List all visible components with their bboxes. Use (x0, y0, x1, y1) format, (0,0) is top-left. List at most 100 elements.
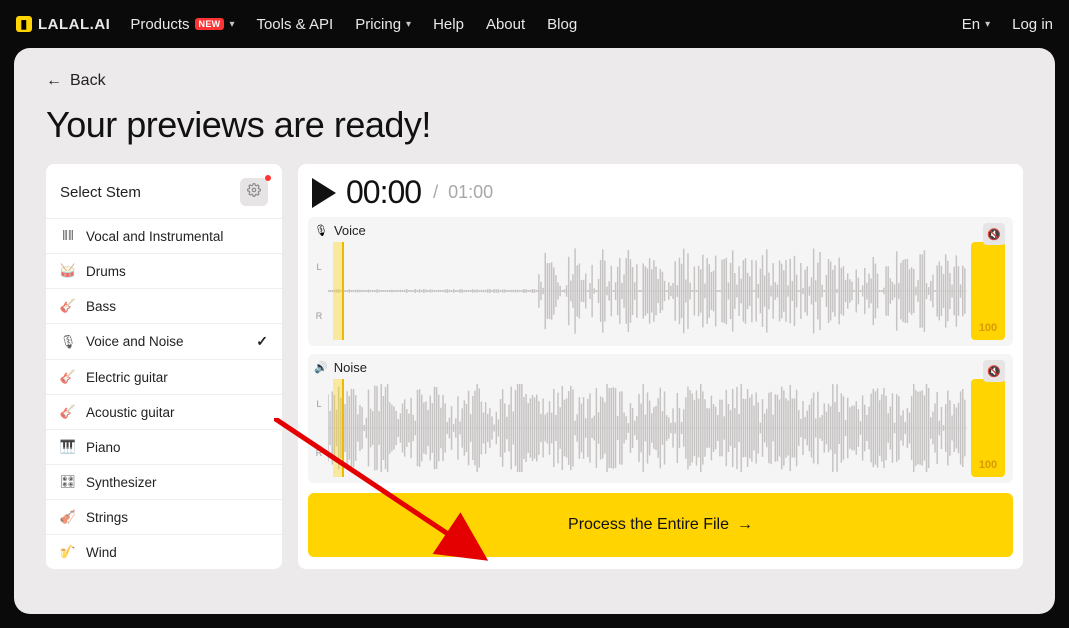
page-title: Your previews are ready! (46, 104, 1023, 146)
process-entire-file-button[interactable]: Process the Entire File → (308, 493, 1013, 557)
mute-icon: 🔇 (987, 365, 1001, 378)
brand[interactable]: ▮ LALAL.AI (16, 16, 110, 33)
stem-item-label: Synthesizer (86, 475, 157, 490)
content: Select Stem ⦀⦀ Vocal and Instrumental 🥁 … (46, 164, 1023, 569)
strings-icon: 🎻 (60, 509, 76, 525)
stem-item-label: Drums (86, 264, 126, 279)
stem-item-label: Strings (86, 510, 128, 525)
stem-item-bass[interactable]: 🎸 Bass (46, 288, 282, 323)
volume-slider[interactable]: 100 (971, 379, 1005, 477)
bass-icon: 🎸 (60, 298, 76, 314)
nav-about[interactable]: About (486, 16, 525, 33)
volume-slider[interactable]: 100 (971, 242, 1005, 340)
stem-sidebar: Select Stem ⦀⦀ Vocal and Instrumental 🥁 … (46, 164, 282, 569)
track-body: L R 100 (314, 242, 1005, 340)
brand-name: LALAL.AI (38, 16, 110, 33)
stem-item-voice-noise[interactable]: 🎙 Voice and Noise ✓ (46, 323, 282, 359)
stem-item-label: Bass (86, 299, 116, 314)
volume-value: 100 (979, 459, 997, 471)
drums-icon: 🥁 (60, 263, 76, 279)
channel-l: L (316, 262, 321, 272)
nav-tools-label: Tools & API (256, 16, 333, 33)
gear-icon (247, 183, 261, 202)
channel-r: R (316, 311, 323, 321)
mic-icon: 🎙 (60, 334, 76, 350)
check-icon: ✓ (256, 333, 268, 350)
settings-button[interactable] (240, 178, 268, 206)
stem-item-acoustic-guitar[interactable]: 🎸 Acoustic guitar (46, 394, 282, 429)
playhead[interactable] (342, 242, 344, 340)
stem-item-synthesizer[interactable]: 🎛 Synthesizer (46, 464, 282, 499)
login-link[interactable]: Log in (1012, 16, 1053, 33)
nav-tools[interactable]: Tools & API (256, 16, 333, 33)
channel-r: R (316, 448, 323, 458)
track-header: 🎙 Voice (314, 223, 1005, 238)
waveform-noise[interactable] (328, 379, 967, 477)
arrow-left-icon: ← (46, 72, 62, 90)
channel-l: L (316, 399, 321, 409)
track-noise: 🔊 Noise 🔇 L R 100 (308, 354, 1013, 483)
back-button[interactable]: ← Back (46, 72, 1023, 90)
wind-icon: 🎷 (60, 544, 76, 560)
track-label: Noise (334, 360, 367, 375)
stem-item-label: Vocal and Instrumental (86, 229, 223, 244)
player-panel: 00:00 / 01:00 🎙 Voice 🔇 L R (298, 164, 1023, 569)
mute-button[interactable]: 🔇 (983, 360, 1005, 382)
waveform-icon: ⦀⦀ (60, 228, 76, 244)
sidebar-header: Select Stem (46, 164, 282, 218)
track-label: Voice (334, 223, 366, 238)
channel-labels: L R (314, 379, 324, 477)
volume-value: 100 (979, 322, 997, 334)
nav-help-label: Help (433, 16, 464, 33)
stem-item-label: Electric guitar (86, 370, 168, 385)
time-total: 01:00 (448, 182, 493, 203)
chevron-down-icon: ▾ (229, 19, 234, 30)
nav-pricing-label: Pricing (355, 16, 401, 33)
mute-icon: 🔇 (987, 228, 1001, 241)
play-button[interactable] (312, 178, 336, 208)
topbar: ▮ LALAL.AI Products NEW ▾ Tools & API Pr… (0, 0, 1069, 48)
time-current: 00:00 (346, 174, 421, 211)
primary-nav: Products NEW ▾ Tools & API Pricing ▾ Hel… (130, 16, 577, 33)
stem-item-strings[interactable]: 🎻 Strings (46, 499, 282, 534)
process-label: Process the Entire File (568, 516, 729, 534)
waveform-voice[interactable] (328, 242, 967, 340)
piano-icon: 🎹 (60, 439, 76, 455)
channel-labels: L R (314, 242, 324, 340)
nav-about-label: About (486, 16, 525, 33)
topbar-right: En ▾ Log in (962, 16, 1053, 33)
badge-new: NEW (195, 18, 225, 30)
stem-item-drums[interactable]: 🥁 Drums (46, 253, 282, 288)
nav-products[interactable]: Products NEW ▾ (130, 16, 234, 33)
voice-track-icon: 🎙 (314, 224, 328, 237)
mute-button[interactable]: 🔇 (983, 223, 1005, 245)
nav-blog-label: Blog (547, 16, 577, 33)
stem-item-label: Voice and Noise (86, 334, 184, 349)
lang-selector[interactable]: En ▾ (962, 16, 990, 33)
track-voice: 🎙 Voice 🔇 L R 100 (308, 217, 1013, 346)
stem-list: ⦀⦀ Vocal and Instrumental 🥁 Drums 🎸 Bass… (46, 218, 282, 569)
transport: 00:00 / 01:00 (308, 174, 1013, 217)
sidebar-title: Select Stem (60, 184, 141, 201)
stem-item-wind[interactable]: 🎷 Wind (46, 534, 282, 569)
acoustic-guitar-icon: 🎸 (60, 404, 76, 420)
nav-pricing[interactable]: Pricing ▾ (355, 16, 411, 33)
track-body: L R 100 (314, 379, 1005, 477)
brand-logo-icon: ▮ (16, 16, 32, 32)
back-label: Back (70, 72, 106, 90)
chevron-down-icon: ▾ (985, 19, 990, 30)
stem-item-vocal-instrumental[interactable]: ⦀⦀ Vocal and Instrumental (46, 218, 282, 253)
noise-track-icon: 🔊 (314, 361, 328, 374)
arrow-right-icon: → (737, 516, 753, 534)
nav-blog[interactable]: Blog (547, 16, 577, 33)
stem-item-piano[interactable]: 🎹 Piano (46, 429, 282, 464)
synth-icon: 🎛 (60, 474, 76, 490)
playhead[interactable] (342, 379, 344, 477)
stem-item-label: Piano (86, 440, 121, 455)
nav-products-label: Products (130, 16, 189, 33)
page: ← Back Your previews are ready! Select S… (14, 48, 1055, 614)
lang-label: En (962, 16, 980, 33)
stem-item-label: Wind (86, 545, 117, 560)
stem-item-electric-guitar[interactable]: 🎸 Electric guitar (46, 359, 282, 394)
nav-help[interactable]: Help (433, 16, 464, 33)
